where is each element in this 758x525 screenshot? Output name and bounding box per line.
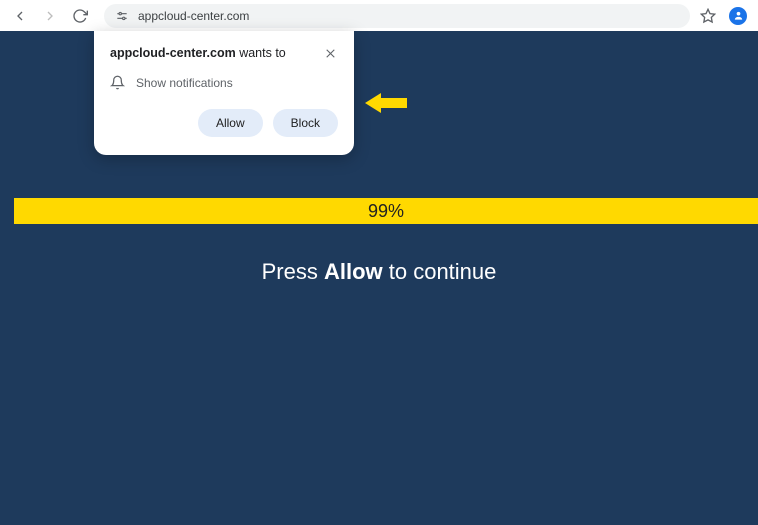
bell-icon xyxy=(110,75,126,91)
instruction-suffix: to continue xyxy=(383,259,497,284)
arrow-left-icon xyxy=(12,8,28,24)
avatar xyxy=(729,7,747,25)
arrow-left-solid-icon xyxy=(365,91,407,115)
address-bar[interactable]: appcloud-center.com xyxy=(104,4,690,28)
popup-title: appcloud-center.com wants to xyxy=(110,46,286,60)
arrow-right-icon xyxy=(42,8,58,24)
forward-button[interactable] xyxy=(38,4,62,28)
progress-text: 99% xyxy=(368,201,404,222)
reload-icon xyxy=(72,8,88,24)
star-icon xyxy=(700,8,716,24)
block-button[interactable]: Block xyxy=(273,109,338,137)
pointer-arrow xyxy=(365,91,407,115)
close-icon xyxy=(324,47,337,60)
instruction-prefix: Press xyxy=(262,259,324,284)
page-viewport: appcloud-center.com wants to Show notifi… xyxy=(0,31,758,525)
site-settings-icon[interactable] xyxy=(114,9,130,23)
instruction-text: Press Allow to continue xyxy=(0,259,758,285)
back-button[interactable] xyxy=(8,4,32,28)
permission-label: Show notifications xyxy=(136,76,233,90)
notification-permission-popup: appcloud-center.com wants to Show notifi… xyxy=(94,31,354,155)
progress-bar: 99% xyxy=(14,198,758,224)
person-icon xyxy=(733,10,744,21)
allow-button[interactable]: Allow xyxy=(198,109,263,137)
instruction-bold: Allow xyxy=(324,259,383,284)
url-text: appcloud-center.com xyxy=(138,9,249,23)
popup-body: Show notifications xyxy=(110,75,338,91)
close-button[interactable] xyxy=(322,45,338,61)
reload-button[interactable] xyxy=(68,4,92,28)
browser-toolbar: appcloud-center.com xyxy=(0,0,758,31)
profile-button[interactable] xyxy=(726,4,750,28)
popup-header: appcloud-center.com wants to xyxy=(110,45,338,61)
popup-actions: Allow Block xyxy=(110,109,338,137)
bookmark-button[interactable] xyxy=(696,4,720,28)
popup-domain: appcloud-center.com xyxy=(110,46,236,60)
popup-wants-to: wants to xyxy=(236,46,286,60)
